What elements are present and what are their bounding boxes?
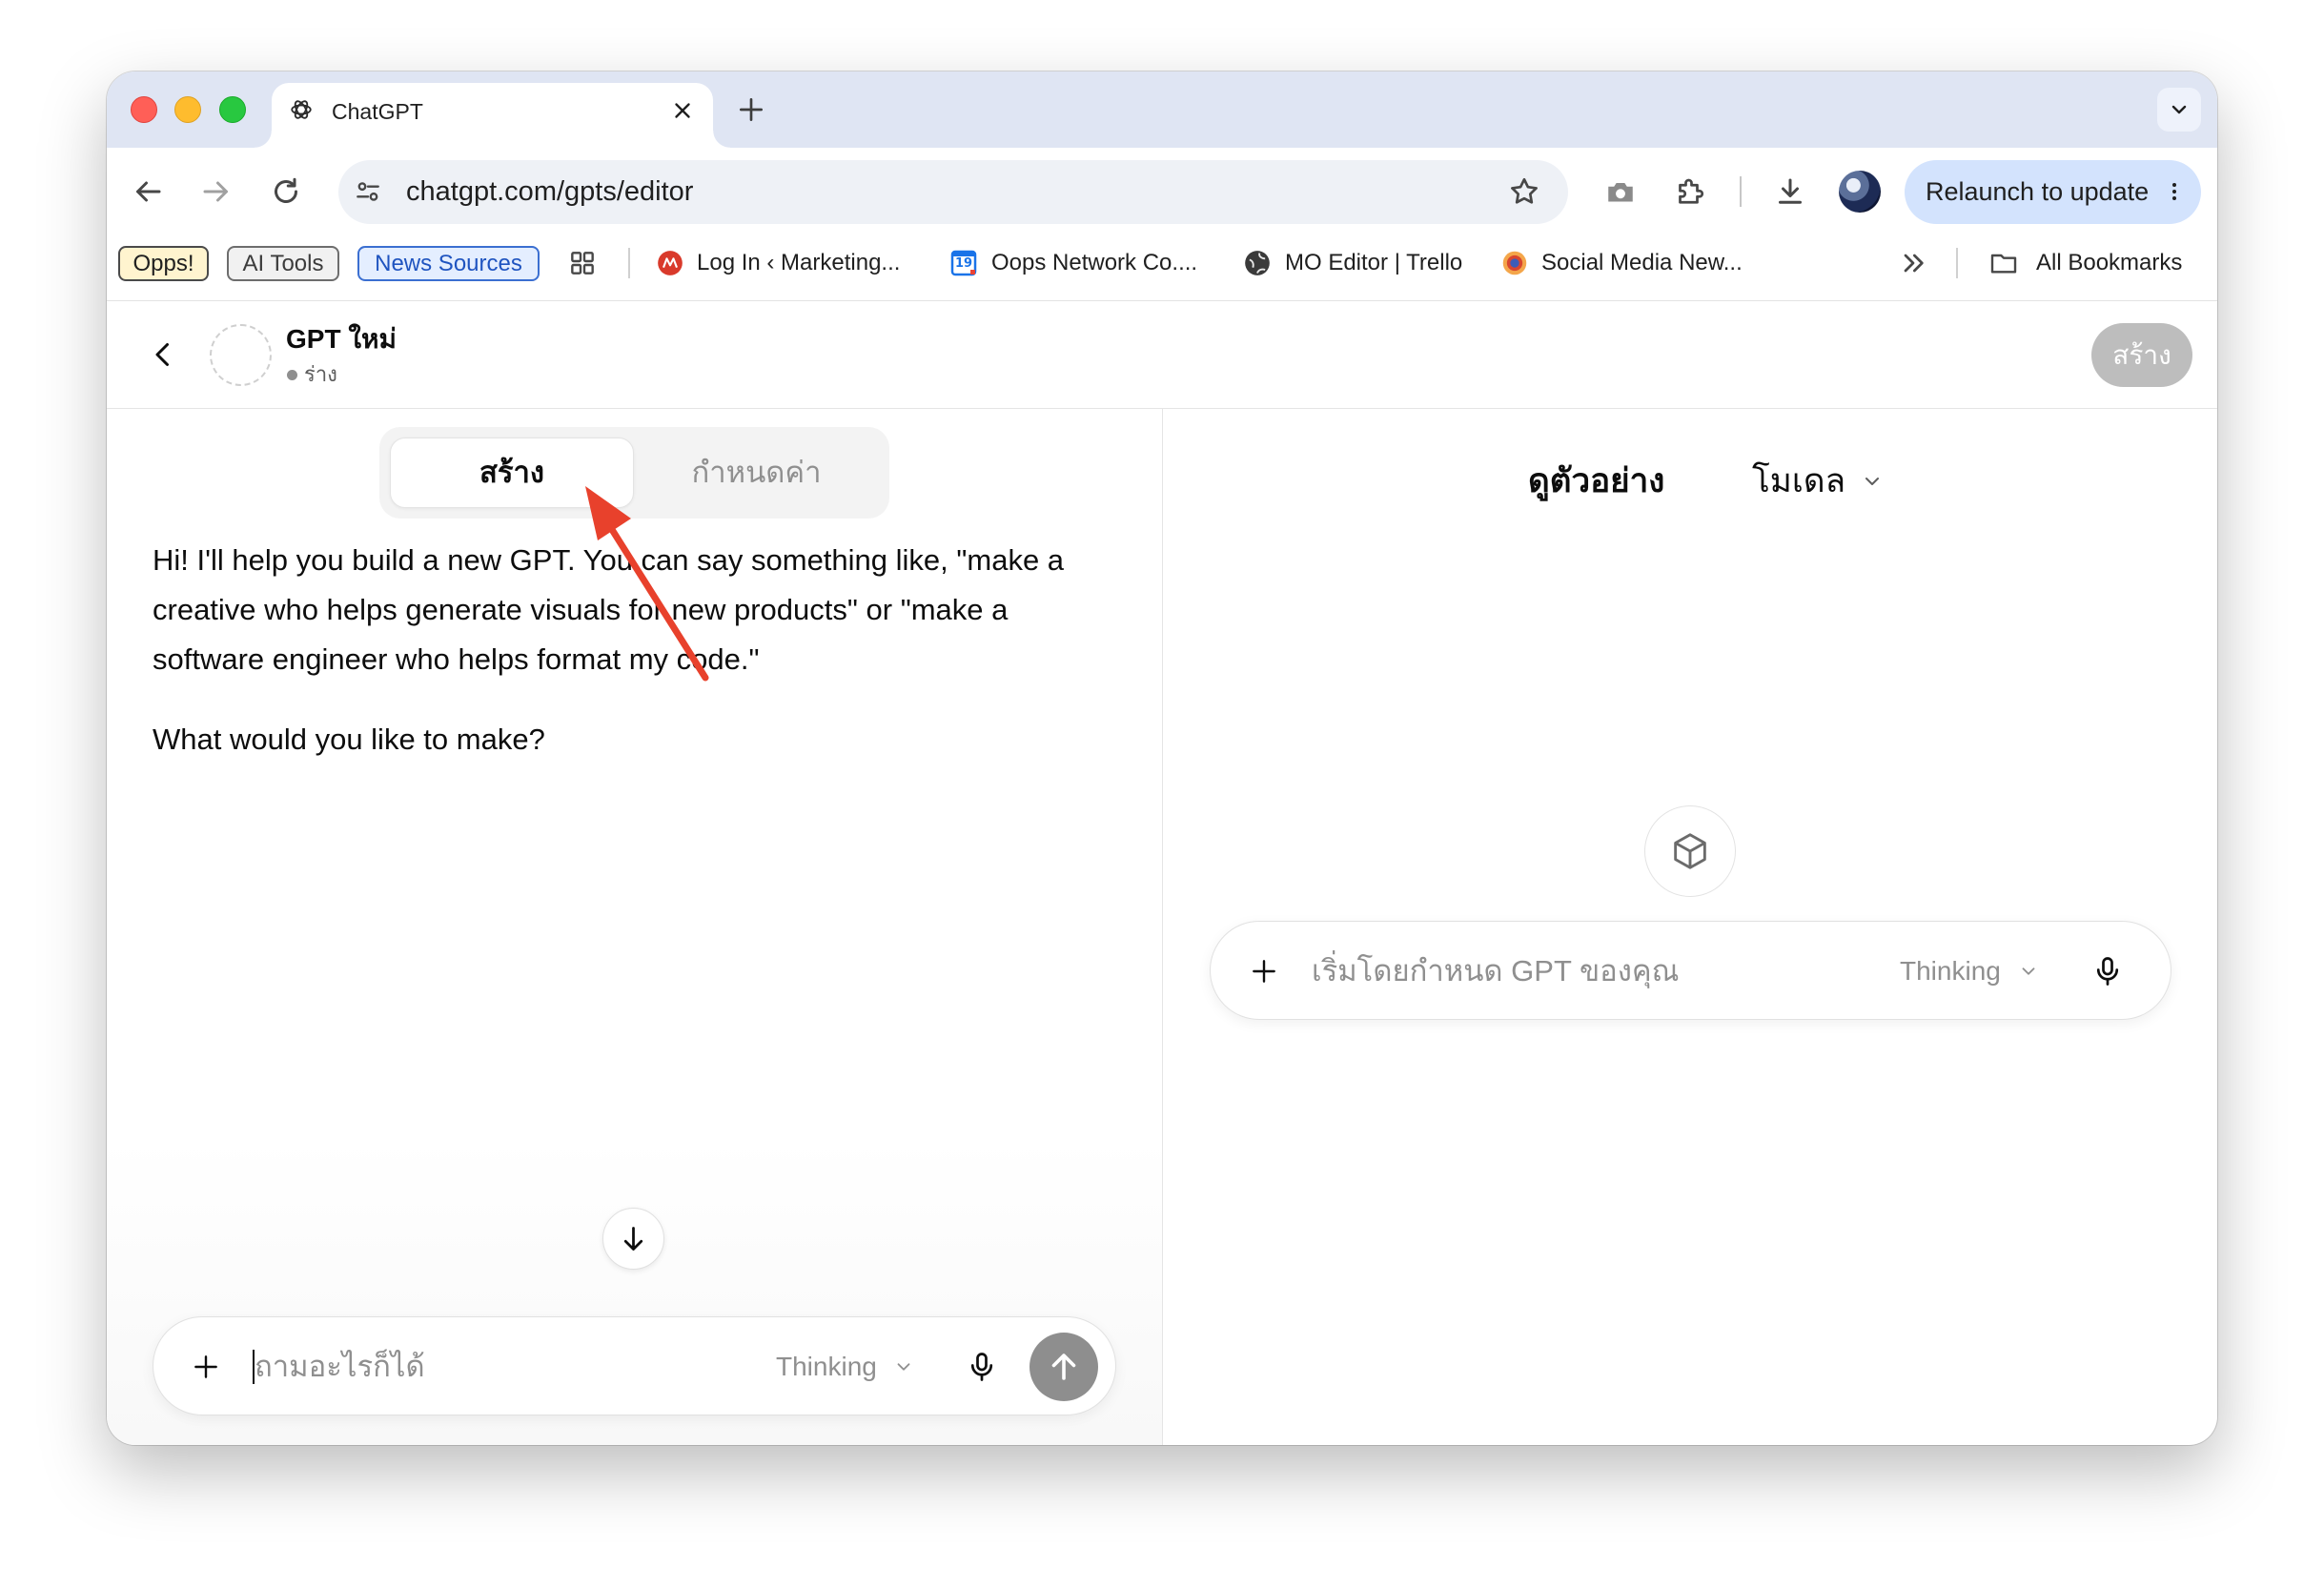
profile-avatar[interactable] [1839,171,1881,213]
gpt-placeholder-avatar [1644,805,1736,897]
plus-icon[interactable] [1249,956,1279,987]
model-selector[interactable]: โมเดล [1752,458,1845,504]
thinking-mode-selector[interactable]: Thinking [776,1317,877,1416]
tab-title: ChatGPT [332,99,423,124]
gpt-editor-header: GPT ใหม่ ร่าง สร้าง [107,301,2217,409]
message-line: Hi! I'll help you build a new GPT. You c… [153,543,1065,577]
bookmarks-divider [628,248,630,278]
marketing-favicon-icon [657,250,683,276]
browser-window: ChatGPT chatgpt.com/gpts/editor Relaunch… [107,71,2217,1445]
send-button[interactable] [1029,1333,1098,1401]
preview-title: ดูตัวอย่าง [1528,462,1665,499]
message-question: What would you like to make? [153,723,545,756]
tab-create[interactable]: สร้าง [390,438,634,508]
browser-toolbar: chatgpt.com/gpts/editor Relaunch to upda… [107,148,2217,234]
microphone-icon[interactable] [2090,954,2125,988]
chevron-down-icon[interactable] [893,1356,914,1377]
draft-status: ร่าง [304,362,337,386]
chevron-down-icon[interactable] [2018,961,2039,982]
plus-icon [740,98,763,121]
status-dot-icon [287,370,297,380]
plus-icon[interactable] [191,1352,221,1382]
star-icon[interactable] [1507,174,1541,209]
minimize-window-button[interactable] [174,96,201,123]
preview-message-input[interactable] [1312,943,1865,1000]
more-vertical-icon[interactable] [2163,180,2186,203]
tab-chatgpt[interactable]: ChatGPT [255,83,730,148]
create-button[interactable]: สร้าง [2091,323,2192,387]
folder-icon [1988,248,2019,278]
bookmark-link-social-media[interactable]: Social Media New... [1541,234,1743,292]
tab-strip: ChatGPT [107,71,2217,148]
editor-mode-tabs: สร้าง กำหนดค่า [379,427,889,519]
globe-icon [1244,250,1271,276]
bookmark-chip-news-sources[interactable]: News Sources [357,246,540,281]
gpt-name: GPT ใหม่ [286,324,397,354]
builder-chat-composer: Thinking [153,1316,1116,1415]
download-icon[interactable] [1773,174,1807,209]
tab-configure[interactable]: กำหนดค่า [634,438,879,508]
bookmark-chip-ai-tools[interactable]: AI Tools [227,246,339,281]
bookmark-link-marketing[interactable]: Log In ‹ Marketing... [697,234,900,292]
chevron-left-icon[interactable] [146,337,180,372]
chevron-down-icon [2171,105,2187,114]
back-arrow-icon[interactable] [131,174,165,209]
all-bookmarks-link[interactable]: All Bookmarks [2036,234,2182,292]
camera-icon[interactable] [1603,174,1638,209]
close-icon[interactable] [670,98,695,123]
preview-chat-composer: Thinking [1210,921,2171,1020]
reload-icon[interactable] [269,174,303,209]
calendar-day: 19 [954,256,973,271]
thinking-mode-selector[interactable]: Thinking [1900,922,2001,1021]
message-line: creative who helps generate visuals for … [153,593,1009,626]
toolbar-divider [1740,176,1742,207]
double-chevron-icon[interactable] [1898,248,1928,278]
chevron-down-icon[interactable] [1861,470,1884,493]
scroll-to-bottom-button[interactable] [602,1208,664,1270]
new-tab-button[interactable] [736,94,766,125]
pane-divider [1162,409,1163,1445]
cube-icon [1674,833,1706,869]
bookmark-chip-opps[interactable]: Opps! [118,246,209,281]
bookmark-link-mo-editor-trello[interactable]: MO Editor | Trello [1285,234,1462,292]
url-text[interactable]: chatgpt.com/gpts/editor [406,160,693,224]
relaunch-to-update-button[interactable]: Relaunch to update [1905,160,2201,224]
extensions-icon[interactable] [1673,174,1707,209]
microphone-icon[interactable] [965,1350,999,1384]
arrow-down-icon [623,1227,643,1251]
assistant-message: Hi! I'll help you build a new GPT. You c… [153,536,1144,764]
apps-grid-icon[interactable] [567,248,598,278]
message-line: software engineer who helps format my co… [153,642,760,676]
chatgpt-logo-icon [289,97,314,122]
forward-arrow-icon[interactable] [199,174,234,209]
builder-message-input[interactable] [255,1338,750,1395]
arrow-up-icon [1051,1354,1076,1380]
bookmarks-divider [1956,248,1958,278]
tab-search-button[interactable] [2157,88,2201,132]
address-bar[interactable]: chatgpt.com/gpts/editor [338,160,1568,224]
social-media-favicon-icon [1501,250,1528,276]
bookmarks-bar: Opps! AI Tools News Sources Log In ‹ Mar… [107,234,2217,301]
close-window-button[interactable] [131,96,157,123]
relaunch-label: Relaunch to update [1926,177,2150,206]
site-info-icon[interactable] [353,176,383,207]
zoom-window-button[interactable] [219,96,246,123]
gpt-avatar-placeholder[interactable] [210,324,272,386]
bookmark-link-oops-network[interactable]: Oops Network Co.... [991,234,1197,292]
calendar-icon: 19 [950,250,977,276]
